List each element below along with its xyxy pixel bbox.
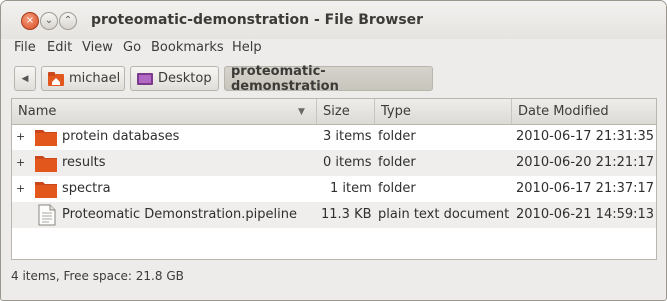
file-date: 2010-06-21 14:59:13 (516, 207, 655, 222)
folder-icon (35, 182, 57, 198)
file-row[interactable]: + spectra 1 item folder 2010-06-17 21:37… (12, 176, 656, 202)
file-row[interactable]: Proteomatic Demonstration.pipeline 11.3 … (12, 202, 656, 228)
menu-edit[interactable]: Edit (47, 40, 72, 55)
file-row[interactable]: + results 0 items folder 2010-06-20 21:2… (12, 150, 656, 176)
file-type: plain text document (378, 207, 510, 222)
column-type-label: Type (381, 104, 411, 119)
menu-file[interactable]: File (14, 40, 36, 55)
file-name: results (62, 155, 106, 170)
menu-bar: File Edit View Go Bookmarks Help (1, 39, 666, 61)
menu-bookmarks[interactable]: Bookmarks (151, 40, 224, 55)
expand-icon[interactable]: + (16, 157, 25, 168)
file-date: 2010-06-17 21:31:35 (516, 129, 655, 144)
file-name: protein databases (62, 129, 180, 144)
close-icon: × (25, 15, 35, 26)
expand-icon[interactable]: + (16, 131, 25, 142)
crumb-current[interactable]: proteomatic-demonstration (224, 63, 433, 94)
title-bar[interactable]: × ⌄ ⌃ proteomatic-demonstration - File B… (1, 1, 666, 39)
column-size-label: Size (323, 104, 350, 119)
file-type: folder (378, 181, 416, 196)
crumb-label: proteomatic-demonstration (231, 63, 339, 94)
file-size: 11.3 KB (321, 207, 372, 222)
crumb-desktop[interactable]: Desktop (130, 66, 219, 91)
menu-help[interactable]: Help (232, 40, 262, 55)
file-type: folder (378, 155, 416, 170)
column-type[interactable]: Type (375, 99, 512, 124)
file-size: 0 items (323, 155, 372, 170)
crumb-label: michael (69, 71, 121, 86)
file-name: spectra (62, 181, 111, 196)
path-back-button[interactable]: ◀ (14, 66, 36, 91)
minimize-icon: ⌄ (44, 15, 54, 26)
menu-go[interactable]: Go (123, 40, 141, 55)
file-date: 2010-06-20 21:21:17 (516, 155, 655, 170)
column-date-modified[interactable]: Date Modified (512, 99, 656, 124)
file-browser-window: × ⌄ ⌃ proteomatic-demonstration - File B… (0, 0, 667, 301)
file-list[interactable]: Name ▼ Size Type Date Modified + protein… (11, 98, 657, 260)
path-bar: ◀ michael Desktop proteomatic-demonstrat… (1, 63, 666, 95)
column-name-label: Name (18, 104, 57, 119)
crumb-label: Desktop (158, 71, 212, 86)
maximize-button[interactable]: ⌃ (59, 12, 77, 30)
desktop-icon (137, 72, 153, 86)
left-arrow-icon: ◀ (21, 73, 29, 84)
expand-icon[interactable]: + (16, 183, 25, 194)
home-folder-icon (48, 71, 64, 86)
maximize-icon: ⌃ (63, 15, 73, 26)
window-title: proteomatic-demonstration - File Browser (91, 12, 424, 28)
sort-descending-icon: ▼ (298, 107, 305, 117)
status-bar: 4 items, Free space: 21.8 GB (11, 269, 184, 283)
folder-icon (35, 156, 57, 172)
column-name[interactable]: Name ▼ (12, 99, 317, 124)
column-size[interactable]: Size (317, 99, 375, 124)
text-document-icon (38, 204, 56, 226)
menu-view[interactable]: View (82, 40, 113, 55)
file-row[interactable]: + protein databases 3 items folder 2010-… (12, 124, 656, 150)
folder-icon (35, 130, 57, 146)
crumb-home[interactable]: michael (41, 66, 125, 91)
file-type: folder (378, 129, 416, 144)
file-size: 1 item (330, 181, 372, 196)
file-date: 2010-06-17 21:37:17 (516, 181, 655, 196)
column-date-label: Date Modified (518, 104, 609, 119)
minimize-button[interactable]: ⌄ (40, 12, 58, 30)
file-size: 3 items (323, 129, 372, 144)
close-button[interactable]: × (21, 12, 39, 30)
file-name: Proteomatic Demonstration.pipeline (62, 207, 297, 222)
column-header: Name ▼ Size Type Date Modified (12, 99, 656, 125)
